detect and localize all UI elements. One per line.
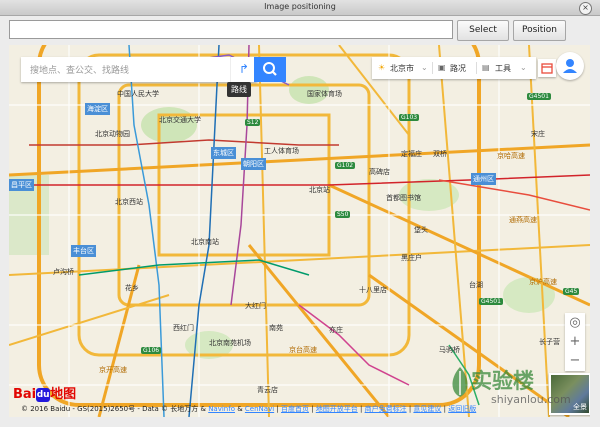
place-label: 长子营 — [539, 338, 560, 346]
place-label: 北京西站 — [115, 198, 143, 206]
watermark-url: shiyanlou.com — [491, 393, 571, 406]
place-label: 南苑 — [269, 324, 283, 332]
zoom-in-button[interactable]: + — [565, 332, 585, 351]
traffic-icon: ▣ — [438, 63, 446, 72]
logo-paw-icon: du — [36, 387, 51, 402]
attribution-link-baidu-home[interactable]: 百度首页 — [281, 405, 309, 413]
logo-bai: Bai — [13, 387, 37, 402]
image-path-input[interactable] — [9, 20, 453, 39]
attribution-link-feedback[interactable]: 意见建议 — [413, 405, 441, 413]
road-label: 通燕高速 — [509, 216, 537, 224]
place-label: 垡头 — [414, 226, 428, 234]
leaf-logo-icon — [452, 367, 468, 397]
place-label: 北京交通大学 — [159, 116, 201, 124]
attribution-link-navinfo[interactable]: Navinfo — [208, 405, 235, 413]
place-label: 亦庄 — [329, 326, 343, 334]
map-search-placeholder: 搜地点、查公交、找路线 — [30, 66, 130, 76]
road-label: 京哈高速 — [497, 152, 525, 160]
district-label: 丰台区 — [71, 245, 96, 257]
place-label: 首都图书馆 — [386, 194, 421, 202]
place-label: 大红门 — [245, 302, 266, 310]
toolbar: Select Position — [0, 16, 600, 44]
place-label: 北京动物园 — [95, 130, 130, 138]
map-attribution: © 2016 Baidu - GS(2015)2650号 - Data © 长地… — [21, 405, 477, 413]
place-label: 北京南站 — [191, 238, 219, 246]
user-icon — [563, 59, 577, 73]
map-base — [9, 45, 590, 417]
attribution-link-open-platform[interactable]: 地图开放平台 — [316, 405, 358, 413]
zoom-out-button[interactable]: − — [565, 351, 585, 370]
tools-button[interactable]: 工具 — [495, 63, 511, 74]
place-label: 卢沟桥 — [53, 268, 74, 276]
city-selector[interactable]: 北京市 — [390, 63, 414, 74]
road-shield: G103 — [399, 114, 420, 121]
district-label: 通州区 — [471, 173, 496, 185]
place-label: 工人体育场 — [264, 147, 299, 155]
district-label: 海淀区 — [85, 103, 110, 115]
place-label: 双桥 — [433, 150, 447, 158]
road-label: 京开高速 — [99, 366, 127, 374]
traffic-button[interactable]: 路况 — [450, 63, 466, 74]
locate-icon[interactable]: ◎ — [565, 313, 585, 332]
search-button[interactable] — [254, 57, 286, 82]
search-icon — [263, 62, 277, 76]
toolbox-icon: ▤ — [482, 63, 490, 72]
place-label: 西红门 — [173, 324, 194, 332]
road-shield: G102 — [335, 162, 356, 169]
place-label: 北京站 — [309, 186, 330, 194]
road-label: 京台高速 — [289, 346, 317, 354]
attribution-text: © 2016 Baidu - GS(2015)2650号 - Data © 长地… — [21, 405, 206, 413]
map-view[interactable]: 海淀区 东城区 朝阳区 丰台区 通州区 昌平区 中国人民大学 北京动物园 北京交… — [9, 45, 590, 417]
route-tooltip: 路线 — [227, 82, 251, 97]
chevron-down-icon: ⌄ — [421, 63, 428, 72]
road-shield: S12 — [245, 119, 261, 126]
place-label: 马驹桥 — [439, 346, 460, 354]
district-label: 昌平区 — [9, 179, 34, 191]
place-label: 花乡 — [125, 284, 139, 292]
baidu-map-logo: Baidu地图 — [13, 383, 76, 402]
road-shield: G45 — [563, 288, 580, 295]
road-shield: S50 — [335, 211, 351, 218]
place-label: 黑庄户 — [401, 254, 422, 262]
map-search-box[interactable]: 搜地点、查公交、找路线 ↱ — [21, 57, 257, 82]
place-label: 高碑店 — [369, 168, 390, 176]
position-button[interactable]: Position — [513, 20, 566, 41]
district-label: 朝阳区 — [241, 158, 266, 170]
place-label: 台湖 — [469, 281, 483, 289]
place-label: 青云店 — [257, 386, 278, 394]
road-label: 京沪高速 — [529, 278, 557, 286]
weather-sun-icon: ☀ — [378, 63, 386, 72]
watermark-title: 实验楼 — [471, 369, 534, 393]
close-icon[interactable]: × — [579, 2, 592, 15]
district-label: 东城区 — [211, 147, 236, 159]
satellite-thumb-label: 全景 — [573, 403, 587, 411]
logo-map: 地图 — [50, 387, 77, 402]
place-label: 定福庄 — [401, 150, 422, 158]
chevron-down-icon: ⌄ — [520, 63, 527, 72]
user-avatar[interactable] — [556, 52, 584, 80]
divider — [476, 62, 477, 74]
calendar-glyph — [541, 63, 553, 74]
attribution-link-merchant[interactable]: 商户免费标注 — [365, 405, 407, 413]
road-shield: G4501 — [527, 93, 551, 100]
calendar-icon[interactable] — [538, 59, 556, 77]
map-tool-panel: ☀ 北京市 ⌄ ▣ 路况 ▤ 工具 ⌄ — [372, 57, 536, 79]
watermark: 实验楼 shiyanlou.com — [447, 365, 571, 406]
place-label: 中国人民大学 — [117, 90, 159, 98]
route-icon[interactable]: ↱ — [230, 57, 257, 82]
place-label: 十八里店 — [359, 286, 387, 294]
place-label: 宋庄 — [531, 130, 545, 138]
select-button[interactable]: Select — [457, 20, 509, 41]
window-titlebar: Image positioning × — [0, 0, 600, 16]
place-label: 北京南苑机场 — [209, 339, 251, 347]
road-shield: G106 — [141, 347, 162, 354]
road-shield: G4501 — [479, 298, 503, 305]
divider — [432, 62, 433, 74]
place-label: 国家体育场 — [307, 90, 342, 98]
attribution-link-old-version[interactable]: 返回旧版 — [448, 405, 476, 413]
zoom-control: ◎ + − — [565, 313, 585, 371]
attribution-link-cennavi[interactable]: CenNavi — [245, 405, 274, 413]
window-title: Image positioning — [264, 2, 336, 11]
